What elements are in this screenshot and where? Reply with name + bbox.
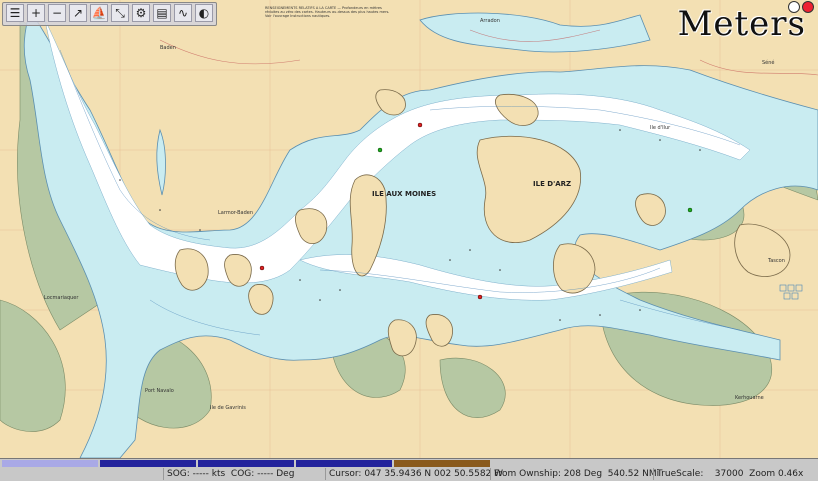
settings-icon[interactable]: ⚙ [132, 4, 150, 22]
chart-notes: RENSEIGNEMENTS RELATIFS A LA CARTE — Pro… [265, 6, 390, 19]
track-icon[interactable]: ∿ [174, 4, 192, 22]
measure-icon[interactable]: ⤡ [111, 4, 129, 22]
label-sene: Séné [762, 60, 775, 66]
status-bar: SOG: ----- kts COG: ----- Deg Cursor: 04… [0, 458, 818, 481]
label-tascon: Tascon [768, 258, 785, 264]
colour-scheme-icon[interactable]: ◐ [195, 4, 213, 22]
chart-bar-1[interactable] [2, 460, 98, 467]
chart-toolbar: ☰ + − ↗ ⛵ ⤡ ⚙ ▤ ∿ ◐ [2, 2, 217, 26]
label-port-navalo: Port Navalo [145, 388, 174, 394]
label-ile-aux-moines: ILE AUX MOINES [372, 190, 437, 198]
layers-icon[interactable]: ▤ [153, 4, 171, 22]
ship-icon[interactable]: ⛵ [90, 4, 108, 22]
chart-bar-3[interactable] [198, 460, 294, 467]
label-kerhouarne: Kerhouarne [735, 395, 764, 401]
label-arradon: Arradon [480, 18, 500, 24]
ownship-bearing-readout: From Ownship: 208 Deg 540.52 NMi [490, 468, 659, 480]
zoom-out-icon[interactable]: − [48, 4, 66, 22]
label-larmor-baden: Larmor-Baden [218, 210, 254, 216]
label-ile-ilur: Ile d'Ilur [650, 125, 671, 131]
zoom-in-icon[interactable]: + [27, 4, 45, 22]
route-icon[interactable]: ↗ [69, 4, 87, 22]
true-scale-readout: TrueScale: 37000 Zoom 0.46x [653, 468, 818, 480]
label-ile-de-gavrinis: Ile de Gavrinis [210, 405, 246, 411]
sog-cog-readout: SOG: ----- kts COG: ----- Deg [163, 468, 325, 480]
label-baden: Baden [160, 45, 176, 51]
gps-status-icon [802, 1, 814, 13]
nautical-chart[interactable] [0, 0, 818, 458]
status-indicators [788, 1, 814, 13]
depth-units-label: Meters [677, 4, 806, 44]
menu-icon[interactable]: ☰ [6, 4, 24, 22]
compass-icon[interactable] [788, 1, 800, 13]
label-ile-darz: ILE D'ARZ [533, 180, 572, 188]
label-locmariaquer: Locmariaquer [44, 295, 79, 301]
cursor-position-readout: Cursor: 047 35.9436 N 002 50.5582 W [325, 468, 503, 480]
chart-bar-4[interactable] [296, 460, 392, 467]
chart-bar-2[interactable] [100, 460, 196, 467]
chart-bar-5[interactable] [394, 460, 490, 467]
